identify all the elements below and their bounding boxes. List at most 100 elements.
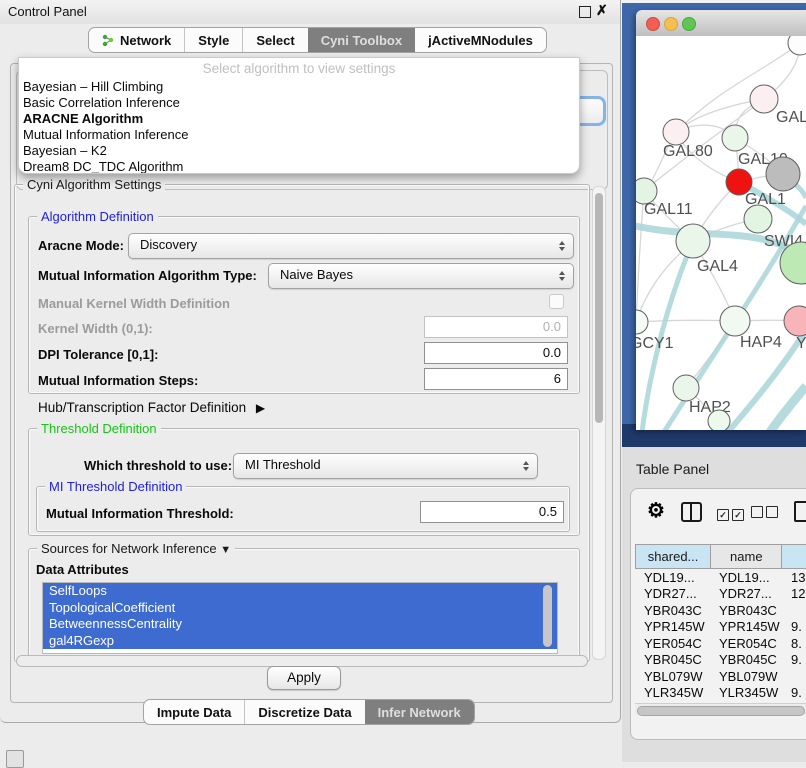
- tab-infer-network[interactable]: Infer Network: [365, 700, 474, 724]
- column-header[interactable]: [782, 544, 806, 569]
- document-icon[interactable]: [794, 501, 806, 522]
- network-edge-highlighted[interactable]: [770, 386, 806, 430]
- table-horizontal-scrollbar[interactable]: [635, 703, 806, 715]
- table-cell[interactable]: 9.: [783, 685, 806, 700]
- network-node[interactable]: [744, 205, 772, 233]
- mi-steps-field[interactable]: 6: [424, 368, 568, 390]
- tab-impute-data[interactable]: Impute Data: [144, 700, 244, 724]
- network-node[interactable]: [708, 410, 730, 430]
- table-cell[interactable]: YLR345W: [711, 685, 783, 700]
- attribute-item-selected[interactable]: TopologicalCoefficient: [43, 600, 557, 617]
- table-cell[interactable]: 9.: [783, 652, 806, 667]
- table-row[interactable]: YBR045CYBR045C9.: [635, 652, 806, 669]
- algorithm-option[interactable]: Basic Correlation Inference: [23, 95, 180, 111]
- network-node[interactable]: [750, 85, 778, 113]
- float-window-icon[interactable]: [579, 6, 591, 18]
- minimize-traffic-light[interactable]: [664, 17, 678, 31]
- table-row[interactable]: YPR145WYPR145W9.: [635, 619, 806, 636]
- tab-select[interactable]: Select: [242, 28, 307, 52]
- network-node[interactable]: [722, 125, 748, 151]
- table-cell[interactable]: YBR045C: [711, 652, 783, 667]
- aracne-mode-combobox[interactable]: Discovery: [128, 233, 574, 259]
- table-cell[interactable]: YBR043C: [635, 603, 711, 618]
- zoom-traffic-light[interactable]: [682, 17, 696, 31]
- column-header[interactable]: name: [711, 544, 782, 569]
- control-panel-title: Control Panel: [8, 4, 87, 19]
- gear-icon[interactable]: ⚙: [647, 501, 665, 521]
- table-cell[interactable]: YBR043C: [711, 603, 783, 618]
- select-all-checkboxes-icon[interactable]: ✓✓: [717, 505, 747, 523]
- data-attributes-list[interactable]: SelfLoops TopologicalCoefficient Between…: [42, 582, 558, 654]
- network-node[interactable]: [766, 157, 800, 191]
- tab-network[interactable]: Network: [89, 28, 184, 52]
- table-cell[interactable]: 12: [783, 586, 806, 601]
- minimized-panel-icon[interactable]: [6, 750, 24, 768]
- network-node[interactable]: [676, 224, 710, 258]
- dpi-tolerance-field[interactable]: 0.0: [424, 342, 568, 364]
- table-cell[interactable]: 8.: [783, 636, 806, 651]
- sources-group-toggle[interactable]: Sources for Network Inference ▼: [37, 541, 235, 556]
- algorithm-option-selected[interactable]: ARACNE Algorithm: [23, 111, 143, 127]
- which-threshold-combobox[interactable]: MI Threshold: [233, 453, 538, 479]
- network-window-titlebar[interactable]: [636, 10, 806, 37]
- table-cell[interactable]: YBR045C: [635, 652, 711, 667]
- network-edge[interactable]: [636, 191, 644, 322]
- network-node[interactable]: [663, 119, 689, 145]
- data-attributes-label: Data Attributes: [36, 562, 129, 577]
- tab-style[interactable]: Style: [184, 28, 242, 52]
- tab-jactivemnodules[interactable]: jActiveMNodules: [415, 28, 546, 52]
- table-cell[interactable]: YDL19...: [635, 570, 711, 585]
- scrollbar-thumb[interactable]: [595, 193, 603, 423]
- table-row[interactable]: YER054CYER054C8.: [635, 635, 806, 652]
- table-row[interactable]: YBL079WYBL079W: [635, 668, 806, 685]
- scrollbar-thumb[interactable]: [637, 706, 805, 716]
- table-cell[interactable]: YBL079W: [711, 669, 783, 684]
- attribute-item-selected[interactable]: BetweennessCentrality: [43, 616, 557, 633]
- table-cell[interactable]: YLR345W: [635, 685, 711, 700]
- kernel-width-field[interactable]: 0.0: [424, 316, 568, 338]
- algorithm-option[interactable]: Bayesian – Hill Climbing: [23, 79, 163, 95]
- table-row[interactable]: YLR345WYLR345W9.: [635, 685, 806, 702]
- close-traffic-light[interactable]: [646, 17, 660, 31]
- table-cell[interactable]: 13: [783, 570, 806, 585]
- table-cell[interactable]: YER054C: [711, 636, 783, 651]
- table-cell[interactable]: YDL19...: [711, 570, 783, 585]
- combobox-value: Discovery: [140, 237, 197, 252]
- table-cell[interactable]: YPR145W: [635, 619, 711, 634]
- table-cell[interactable]: YDR27...: [635, 586, 711, 601]
- network-node[interactable]: [673, 375, 699, 401]
- kernel-width-label: Kernel Width (0,1):: [38, 321, 153, 336]
- close-icon[interactable]: ✗: [596, 2, 608, 19]
- tab-discretize-data[interactable]: Discretize Data: [244, 700, 364, 724]
- algorithm-option[interactable]: Dream8 DC_TDC Algorithm: [23, 159, 183, 174]
- table-cell[interactable]: YER054C: [635, 636, 711, 651]
- table-cell[interactable]: YBL079W: [635, 669, 711, 684]
- table-row[interactable]: YDL19...YDL19...13: [635, 569, 806, 586]
- mi-algorithm-type-combobox[interactable]: Naive Bayes: [268, 263, 574, 289]
- tab-cyni-toolbox[interactable]: Cyni Toolbox: [308, 28, 415, 52]
- table-row[interactable]: YBR043CYBR043C: [635, 602, 806, 619]
- manual-kernel-width-checkbox[interactable]: [549, 294, 564, 309]
- attribute-item-selected[interactable]: SelfLoops: [43, 583, 557, 600]
- column-header[interactable]: shared...: [635, 544, 711, 569]
- deselect-all-checkboxes-icon[interactable]: [751, 505, 781, 523]
- network-node[interactable]: [784, 306, 806, 336]
- table-cell[interactable]: YDR27...: [711, 586, 783, 601]
- algorithm-option[interactable]: Mutual Information Inference: [23, 127, 188, 143]
- mi-threshold-field[interactable]: 0.5: [420, 501, 564, 523]
- table-cell[interactable]: YPR145W: [711, 619, 783, 634]
- table-cell[interactable]: 9.: [783, 619, 806, 634]
- settings-vertical-scrollbar[interactable]: [592, 186, 606, 660]
- network-node[interactable]: [720, 306, 750, 336]
- network-canvas[interactable]: GALGAL80GAL10GAL1GAL11SWI4GAL4GCY1HAP4YH…: [636, 36, 806, 430]
- attribute-list-scrollbar[interactable]: [543, 585, 552, 647]
- tab-label: Impute Data: [157, 705, 231, 720]
- network-node[interactable]: [636, 310, 648, 334]
- split-columns-icon[interactable]: [681, 502, 702, 522]
- apply-button[interactable]: Apply: [267, 666, 341, 690]
- network-node[interactable]: [788, 36, 806, 55]
- table-row[interactable]: YDR27...YDR27...12: [635, 586, 806, 603]
- algorithm-option[interactable]: Bayesian – K2: [23, 143, 107, 159]
- attribute-item-selected[interactable]: gal4RGexp: [43, 633, 557, 650]
- hub-section-toggle[interactable]: Hub/Transcription Factor Definition ▶: [38, 400, 265, 415]
